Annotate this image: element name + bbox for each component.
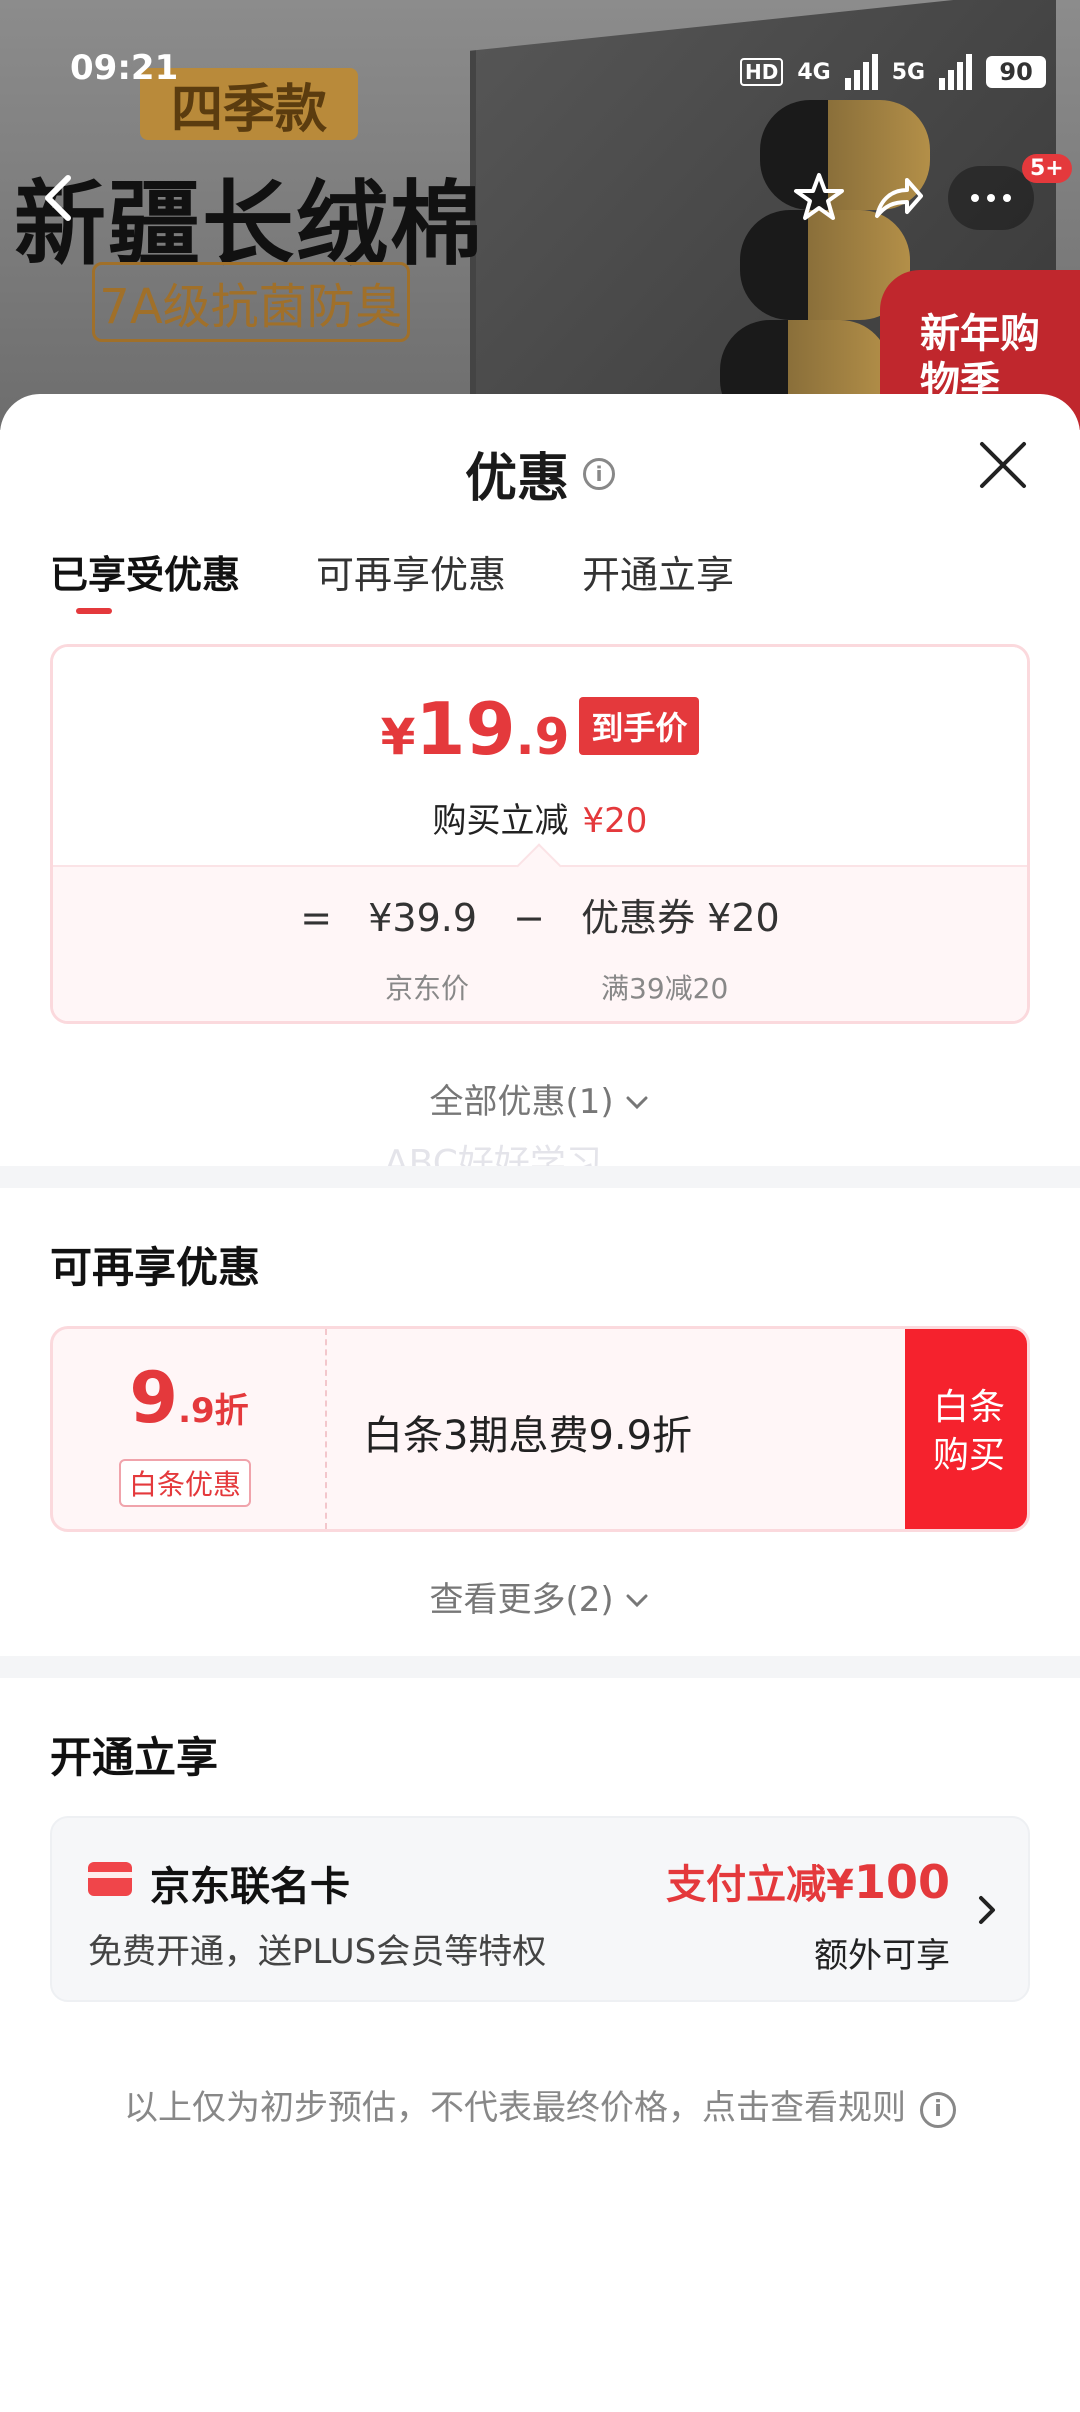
benefit-prefix: 支付立减¥ bbox=[666, 1862, 854, 1908]
coupon-amount: 优惠券 ¥20 bbox=[581, 896, 780, 940]
signal-icon bbox=[844, 54, 878, 90]
all-offers-toggle[interactable]: 全部优惠(1) bbox=[0, 1074, 1080, 1123]
offers-sheet: 优惠 i 已享受优惠 可再享优惠 开通立享 ¥19.9 到手价 购买立减 ¥20 = … bbox=[0, 394, 1080, 2412]
base-price-label: 京东价 bbox=[385, 972, 470, 1005]
favorite-star-icon[interactable] bbox=[791, 170, 847, 226]
price-formula-area: = ¥39.9 − 优惠券 ¥20 京东价 满39减20 bbox=[53, 865, 1027, 1021]
message-count-badge: 5+ bbox=[1022, 154, 1072, 183]
banner-subline: 7A级抗菌防臭 bbox=[92, 262, 410, 342]
discount-small: .9折 bbox=[178, 1391, 249, 1431]
card-name: 京东联名卡 bbox=[150, 1864, 350, 1910]
reduction-label: 购买立减 bbox=[432, 801, 569, 841]
signal-icon-2 bbox=[939, 54, 973, 90]
status-icons: HD 4G 5G 90 bbox=[740, 52, 1047, 92]
tab-enjoyed-offers[interactable]: 已享受优惠 bbox=[50, 544, 240, 599]
base-price: ¥39.9 bbox=[368, 896, 478, 940]
minus-sign: − bbox=[513, 896, 545, 940]
price-integer: 19 bbox=[415, 687, 516, 771]
info-icon[interactable]: i bbox=[583, 457, 615, 490]
share-icon[interactable] bbox=[869, 170, 925, 226]
buy-button-line-1: 白条 bbox=[932, 1387, 1005, 1428]
battery-icon: 90 bbox=[986, 56, 1047, 88]
baitiao-description: 白条3期息费9.9折 bbox=[363, 1413, 693, 1459]
back-arrow-icon[interactable] bbox=[30, 168, 90, 228]
chevron-down-icon bbox=[626, 1096, 648, 1110]
tab-open-offers[interactable]: 开通立享 bbox=[582, 544, 734, 599]
section-divider bbox=[0, 1166, 1080, 1188]
active-tab-indicator bbox=[76, 608, 112, 614]
chevron-right-icon bbox=[979, 1896, 995, 1924]
sheet-header: 优惠 i bbox=[0, 436, 1080, 511]
price-decimal: .9 bbox=[515, 708, 570, 766]
see-more-label: 查看更多(2) bbox=[429, 1580, 614, 1620]
baitiao-discount: 9.9折 bbox=[53, 1357, 325, 1439]
price-breakdown-card: ¥19.9 到手价 购买立减 ¥20 = ¥39.9 − 优惠券 ¥20 京东价 满… bbox=[50, 644, 1030, 1024]
sheet-title: 优惠 bbox=[464, 449, 569, 509]
top-nav-actions bbox=[780, 160, 1045, 236]
close-icon[interactable] bbox=[978, 440, 1028, 490]
coupon-rule: 满39减20 bbox=[601, 972, 729, 1005]
card-benefit: 支付立减¥100 bbox=[666, 1852, 950, 1910]
buy-button-line-2: 购买 bbox=[932, 1435, 1005, 1476]
credit-card-icon bbox=[88, 1862, 132, 1896]
more-menu-icon[interactable] bbox=[947, 166, 1034, 230]
price-formula: = ¥39.9 − 优惠券 ¥20 bbox=[53, 887, 1027, 942]
hd-icon: HD bbox=[740, 58, 784, 86]
section-divider bbox=[0, 1656, 1080, 1678]
offer-tabs: 已享受优惠 可再享优惠 开通立享 bbox=[50, 544, 734, 599]
chevron-down-icon bbox=[626, 1594, 648, 1608]
final-price-area: ¥19.9 到手价 购买立减 ¥20 bbox=[53, 647, 1027, 867]
rules-footnote[interactable]: 以上仅为初步预估，不代表最终价格，点击查看规则 i bbox=[0, 2080, 1080, 2129]
reduction-amount: ¥20 bbox=[582, 801, 648, 841]
card-description: 免费开通，送PLUS会员等特权 bbox=[88, 1932, 547, 1972]
baitiao-label: 白条优惠 bbox=[119, 1459, 252, 1507]
status-time: 09:21 bbox=[70, 48, 179, 88]
promo-text: 新年购物季 bbox=[920, 311, 1040, 405]
more-offers-title: 可再享优惠 bbox=[50, 1243, 261, 1292]
baitiao-buy-button[interactable]: 白条 购买 bbox=[905, 1329, 1027, 1529]
discount-big: 9 bbox=[129, 1357, 179, 1439]
see-more-toggle[interactable]: 查看更多(2) bbox=[0, 1572, 1080, 1621]
footnote-text: 以上仅为初步预估，不代表最终价格，点击查看规则 bbox=[124, 2088, 906, 2128]
network-5g-label: 5G bbox=[891, 59, 926, 85]
baitiao-offer-card[interactable]: 9.9折 白条优惠 白条3期息费9.9折 白条 购买 bbox=[50, 1326, 1030, 1532]
final-price: ¥19.9 到手价 bbox=[53, 687, 1027, 771]
tab-more-offers[interactable]: 可再享优惠 bbox=[316, 544, 506, 599]
open-offers-title: 开通立享 bbox=[50, 1733, 219, 1782]
card-extra: 额外可享 bbox=[814, 1936, 950, 1976]
baitiao-discount-area: 9.9折 白条优惠 bbox=[53, 1329, 327, 1529]
info-icon[interactable]: i bbox=[920, 2091, 956, 2128]
purchase-reduction: 购买立减 ¥20 bbox=[53, 793, 1027, 842]
co-brand-card-offer[interactable]: 京东联名卡 免费开通，送PLUS会员等特权 支付立减¥100 额外可享 bbox=[50, 1816, 1030, 2002]
final-price-tag: 到手价 bbox=[579, 697, 700, 755]
benefit-amount: 100 bbox=[853, 1855, 950, 1909]
all-offers-label: 全部优惠(1) bbox=[429, 1082, 614, 1122]
currency-symbol: ¥ bbox=[380, 708, 416, 766]
equals-sign: = bbox=[300, 896, 333, 940]
network-4g-label: 4G bbox=[797, 59, 831, 85]
